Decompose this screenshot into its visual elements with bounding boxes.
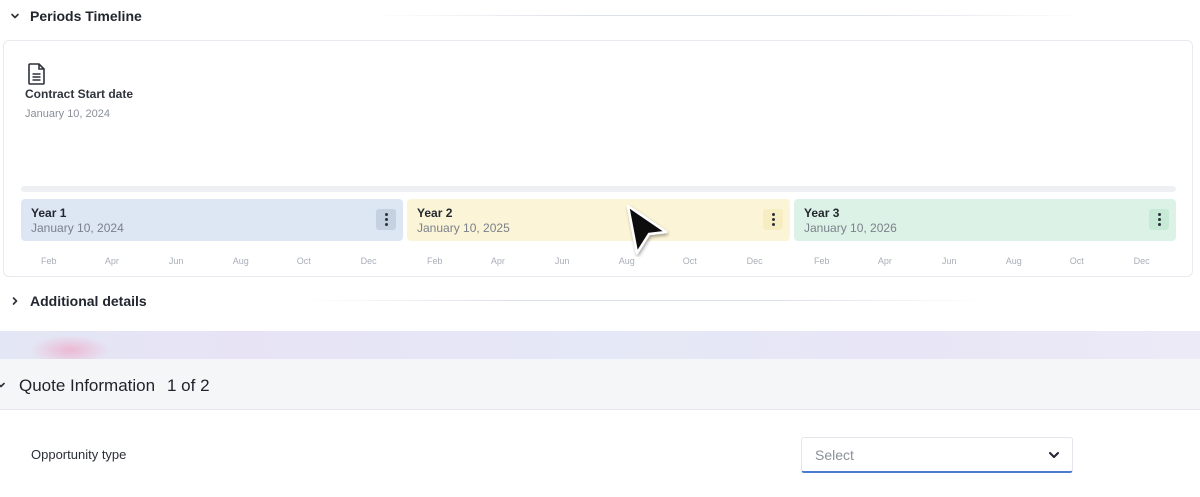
month-label: Oct xyxy=(682,256,697,266)
periods-timeline-title: Periods Timeline xyxy=(30,8,142,24)
period-name: Year 2 xyxy=(417,206,453,220)
timeline-track xyxy=(21,186,1176,192)
document-icon xyxy=(28,63,45,85)
month-label: Feb xyxy=(427,256,443,266)
period-date: January 10, 2025 xyxy=(417,221,510,235)
month-label: Aug xyxy=(232,256,249,266)
period-year-2[interactable]: Year 2 January 10, 2025 xyxy=(407,199,790,241)
quote-information-count: 1 of 2 xyxy=(167,376,210,395)
month-label: Aug xyxy=(618,256,635,266)
contract-start-date: January 10, 2024 xyxy=(25,108,111,120)
period-year-3[interactable]: Year 3 January 10, 2026 xyxy=(794,199,1176,241)
more-options-icon[interactable] xyxy=(763,209,783,230)
more-options-icon[interactable] xyxy=(1149,209,1169,230)
chevron-down-icon xyxy=(1049,452,1059,458)
period-year-1[interactable]: Year 1 January 10, 2024 xyxy=(21,199,403,241)
month-label: Jun xyxy=(168,256,184,266)
chevron-down-icon[interactable] xyxy=(0,11,30,21)
contract-start-label: Contract Start date xyxy=(25,87,134,101)
mouse-cursor-icon xyxy=(626,204,668,255)
month-label: Apr xyxy=(877,256,892,266)
chevron-down-icon[interactable] xyxy=(0,380,6,390)
periods-timeline-header[interactable]: Periods Timeline xyxy=(0,1,142,31)
additional-details-title: Additional details xyxy=(30,293,147,309)
period-name: Year 3 xyxy=(804,206,840,220)
month-label: Aug xyxy=(1005,256,1022,266)
select-placeholder: Select xyxy=(815,447,854,463)
month-label: Jun xyxy=(941,256,957,266)
month-label: Feb xyxy=(41,256,57,266)
quote-information-title: Quote Information xyxy=(19,376,156,395)
quote-information-header[interactable]: Quote Information 1 of 2 xyxy=(0,359,1200,410)
opportunity-type-select[interactable]: Select xyxy=(801,437,1073,473)
month-label: Dec xyxy=(360,256,377,266)
month-label: Apr xyxy=(104,256,119,266)
month-label: Dec xyxy=(746,256,763,266)
period-date: January 10, 2026 xyxy=(804,221,897,235)
period-date: January 10, 2024 xyxy=(31,221,124,235)
month-label: Jun xyxy=(554,256,570,266)
more-options-icon[interactable] xyxy=(376,209,396,230)
chevron-right-icon[interactable] xyxy=(0,296,30,306)
month-label: Oct xyxy=(296,256,311,266)
periods-timeline-card: Contract Start date January 10, 2024 Yea… xyxy=(3,40,1193,277)
month-label: Dec xyxy=(1133,256,1150,266)
opportunity-type-label: Opportunity type xyxy=(31,447,127,462)
decorative-banner xyxy=(0,331,1200,359)
month-label: Feb xyxy=(814,256,830,266)
additional-details-header[interactable]: Additional details xyxy=(0,286,147,316)
month-label: Oct xyxy=(1069,256,1084,266)
period-name: Year 1 xyxy=(31,206,67,220)
month-label: Apr xyxy=(490,256,505,266)
header-divider xyxy=(370,15,1090,16)
header-divider xyxy=(300,300,990,301)
